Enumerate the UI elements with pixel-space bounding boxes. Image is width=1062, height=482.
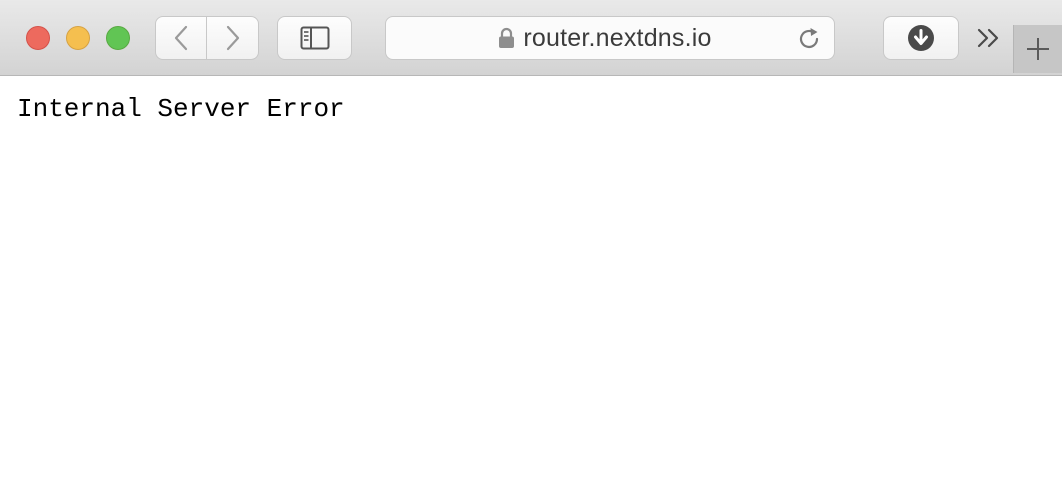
browser-window: router.nextdns.io Internal Server Error bbox=[0, 0, 1062, 482]
download-icon bbox=[908, 25, 934, 51]
error-message: Internal Server Error bbox=[17, 94, 345, 124]
close-window-button[interactable] bbox=[26, 26, 50, 50]
downloads-button[interactable] bbox=[883, 16, 959, 60]
double-chevron-right-icon bbox=[977, 28, 999, 48]
lock-icon bbox=[499, 27, 515, 48]
minimize-window-button[interactable] bbox=[66, 26, 90, 50]
address-content: router.nextdns.io bbox=[386, 17, 834, 59]
sidebar-icon bbox=[300, 26, 329, 50]
toolbar-overflow-button[interactable] bbox=[976, 27, 1002, 54]
zoom-window-button[interactable] bbox=[106, 26, 130, 50]
url-text: router.nextdns.io bbox=[523, 23, 712, 52]
chevron-left-icon bbox=[174, 25, 188, 51]
reload-icon bbox=[799, 28, 819, 48]
sidebar-toggle-button[interactable] bbox=[277, 16, 352, 60]
reload-button[interactable] bbox=[796, 26, 822, 57]
new-tab-button[interactable] bbox=[1013, 25, 1062, 73]
plus-icon bbox=[1027, 38, 1049, 60]
browser-toolbar: router.nextdns.io bbox=[0, 0, 1062, 76]
chevron-right-icon bbox=[226, 25, 239, 51]
address-bar[interactable]: router.nextdns.io bbox=[385, 16, 835, 60]
forward-button[interactable] bbox=[207, 16, 259, 60]
page-content: Internal Server Error bbox=[0, 76, 1062, 482]
back-button[interactable] bbox=[155, 16, 207, 60]
